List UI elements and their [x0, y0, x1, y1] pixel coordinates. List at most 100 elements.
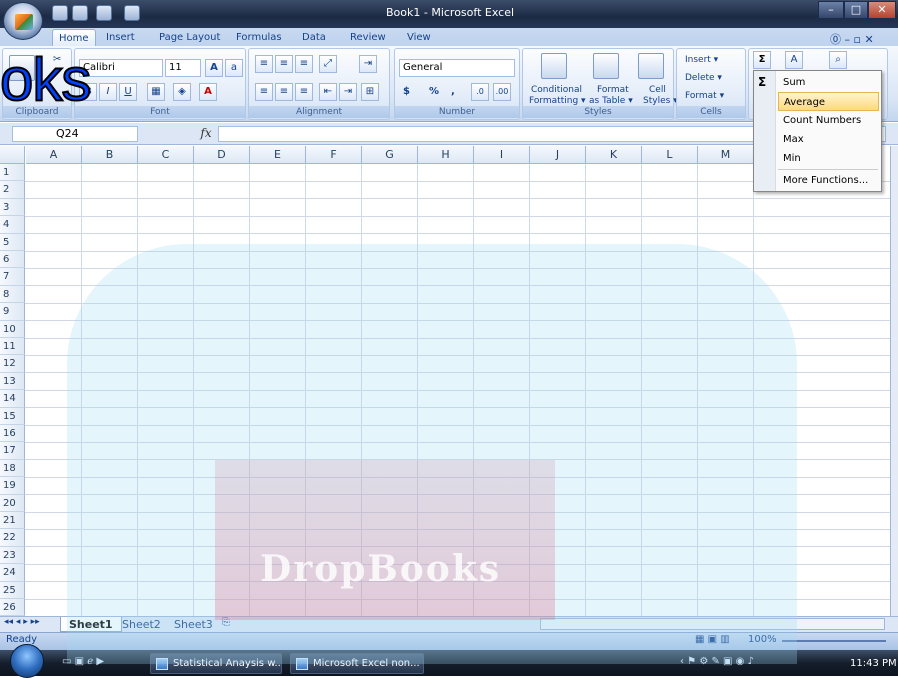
tab-home[interactable]: Home [52, 29, 96, 46]
column-header[interactable]: M [698, 146, 754, 164]
sort-filter-icon[interactable]: A [785, 51, 803, 69]
italic-icon[interactable]: I [99, 83, 117, 101]
tab-review[interactable]: Review [344, 29, 392, 46]
conditional-formatting-button-line2[interactable]: Formatting ▾ [525, 94, 590, 106]
align-center-icon[interactable]: ≡ [275, 83, 293, 101]
tab-view[interactable]: View [401, 29, 437, 46]
row-header[interactable]: 8 [0, 285, 25, 304]
horizontal-scrollbar[interactable] [540, 618, 885, 630]
format-cells-button[interactable]: Format ▾ [681, 87, 728, 105]
percent-button[interactable]: % [425, 83, 443, 101]
row-header[interactable]: 22 [0, 529, 25, 547]
column-header[interactable]: L [642, 146, 698, 164]
grow-font-icon[interactable]: A [205, 59, 223, 77]
conditional-formatting-icon[interactable] [541, 53, 567, 79]
column-header[interactable]: D [194, 146, 250, 164]
quick-access-customize-icon[interactable] [124, 5, 140, 21]
close-button[interactable]: ✕ [868, 1, 896, 19]
tab-page-layout[interactable]: Page Layout [153, 29, 226, 46]
align-middle-icon[interactable]: ≡ [275, 55, 293, 73]
name-box[interactable]: Q24 [12, 126, 138, 142]
taskbar-item-statistical-analysis[interactable]: Statistical Anaysis w... [150, 653, 282, 674]
column-header[interactable]: G [362, 146, 418, 164]
wrap-text-icon[interactable]: ⇥ [359, 55, 377, 73]
row-header[interactable]: 21 [0, 512, 25, 530]
undo-icon[interactable] [72, 5, 88, 21]
menu-item-count-numbers[interactable]: Count Numbers [778, 111, 879, 130]
row-header[interactable]: 25 [0, 581, 25, 599]
row-header[interactable]: 4 [0, 216, 25, 234]
menu-item-more-functions[interactable]: More Functions... [778, 171, 879, 190]
font-color-icon[interactable]: A [199, 83, 217, 101]
align-right-icon[interactable]: ≡ [295, 83, 313, 101]
minimize-button[interactable]: – [818, 1, 844, 19]
merge-center-icon[interactable]: ⊞ [361, 83, 379, 101]
row-header[interactable]: 3 [0, 198, 25, 217]
row-header[interactable]: 24 [0, 564, 25, 582]
orientation-icon[interactable]: ⤢ [319, 55, 337, 73]
system-tray-icons[interactable]: ‹ ⚑ ⚙ ✎ ▣ ◉ ♪ [680, 656, 840, 672]
underline-icon[interactable]: U [119, 83, 137, 101]
maximize-button[interactable]: □ [844, 1, 868, 19]
row-header[interactable]: 18 [0, 459, 25, 478]
number-format-combo[interactable]: General [399, 59, 515, 77]
tab-formulas[interactable]: Formulas [230, 29, 288, 46]
help-icon[interactable]: ⓪ – ▫ ✕ [830, 31, 874, 47]
format-as-table-icon[interactable] [593, 53, 619, 79]
row-header[interactable]: 17 [0, 442, 25, 460]
column-header[interactable]: E [250, 146, 306, 164]
sheet-tab-sheet3[interactable]: Sheet3 [166, 617, 221, 632]
select-all-corner[interactable] [0, 146, 25, 164]
start-button[interactable] [10, 644, 44, 678]
increase-indent-icon[interactable]: ⇥ [339, 83, 357, 101]
tab-insert[interactable]: Insert [100, 29, 141, 46]
shrink-font-icon[interactable]: a [225, 59, 243, 77]
format-as-table-button-line2[interactable]: as Table ▾ [585, 94, 637, 106]
comma-button[interactable]: , [447, 83, 459, 101]
taskbar-item-excel[interactable]: Microsoft Excel non... [290, 653, 424, 674]
row-header[interactable]: 20 [0, 494, 25, 512]
menu-item-sum[interactable]: Sum [778, 73, 879, 92]
sheet-nav-arrows-icon[interactable]: ◂◂ ◂ ▸ ▸▸ [4, 617, 60, 627]
clock[interactable]: 11:43 PM [850, 655, 898, 673]
column-header[interactable]: H [418, 146, 474, 164]
save-icon[interactable] [52, 5, 68, 21]
cell-styles-icon[interactable] [638, 53, 664, 79]
column-header[interactable]: J [530, 146, 586, 164]
column-header[interactable]: B [82, 146, 138, 164]
menu-item-max[interactable]: Max [778, 130, 879, 149]
insert-function-button[interactable]: fx [196, 124, 216, 142]
redo-icon[interactable] [96, 5, 112, 21]
tab-data[interactable]: Data [296, 29, 332, 46]
column-header[interactable]: I [474, 146, 530, 164]
row-header[interactable]: 9 [0, 303, 25, 321]
decrease-indent-icon[interactable]: ⇤ [319, 83, 337, 101]
sheet-tab-sheet2[interactable]: Sheet2 [114, 617, 169, 632]
increase-decimal-icon[interactable]: .0 [471, 83, 489, 101]
office-button[interactable] [3, 2, 43, 40]
decrease-decimal-icon[interactable]: .00 [493, 83, 511, 101]
row-header[interactable]: 19 [0, 477, 25, 495]
row-header[interactable]: 11 [0, 338, 25, 356]
column-header[interactable]: C [138, 146, 194, 164]
currency-button[interactable]: $ [399, 83, 414, 101]
row-header[interactable]: 15 [0, 407, 25, 425]
row-header[interactable]: 23 [0, 546, 25, 565]
zoom-slider[interactable] [782, 640, 886, 642]
row-header[interactable]: 26 [0, 599, 25, 616]
align-bottom-icon[interactable]: ≡ [295, 55, 313, 73]
align-top-icon[interactable]: ≡ [255, 55, 273, 73]
row-header[interactable]: 7 [0, 268, 25, 286]
borders-icon[interactable]: ▦ [147, 83, 165, 101]
autosum-icon[interactable]: Σ [753, 51, 771, 69]
row-header[interactable]: 6 [0, 251, 25, 269]
delete-cells-button[interactable]: Delete ▾ [681, 69, 726, 87]
row-header[interactable]: 16 [0, 425, 25, 443]
font-name-combo[interactable]: Calibri [79, 59, 163, 77]
row-header[interactable]: 5 [0, 233, 25, 251]
align-left-icon[interactable]: ≡ [255, 83, 273, 101]
row-header[interactable]: 13 [0, 372, 25, 391]
font-size-combo[interactable]: 11 [165, 59, 201, 77]
row-header[interactable]: 14 [0, 390, 25, 408]
row-header[interactable]: 12 [0, 355, 25, 373]
